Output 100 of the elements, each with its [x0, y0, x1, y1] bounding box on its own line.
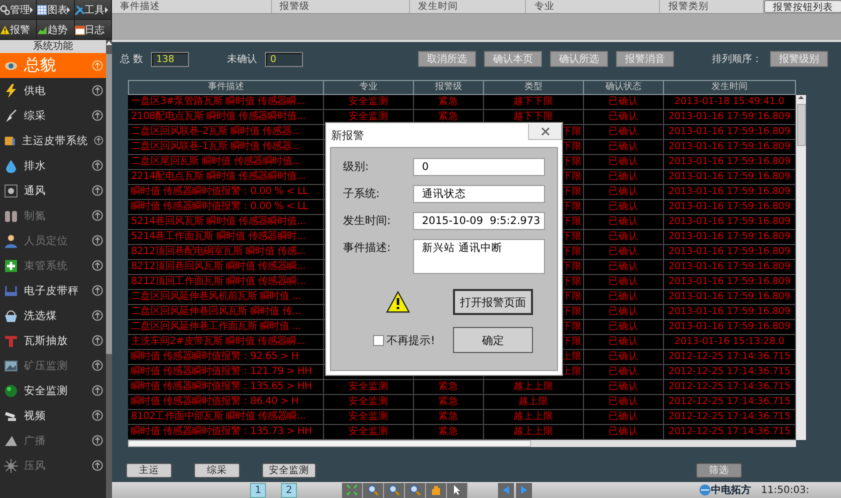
arrow-circle-icon[interactable] [92, 335, 103, 346]
table-cell: 已确认 [584, 380, 664, 395]
fit-icon[interactable] [342, 482, 363, 498]
dialog-title: 新报警 [331, 128, 364, 142]
sidebar-item[interactable]: 安全监测 [0, 378, 106, 403]
text-area[interactable]: 新兴站 通讯中断 [413, 239, 545, 274]
input-field[interactable]: 0 [413, 158, 545, 176]
zoom-in-icon[interactable] [363, 482, 384, 498]
arrow-circle-icon[interactable] [92, 285, 103, 296]
toolbar-button[interactable]: 管理 [0, 0, 38, 20]
page-button[interactable]: 1 [250, 482, 266, 498]
table-cell: 瞬时值 传感器瞬时值报警：86.40 > H [128, 395, 324, 410]
previous-icon[interactable] [498, 482, 514, 498]
arrow-circle-icon[interactable] [92, 385, 103, 396]
table-cell: 8212顶回工作面瓦斯 瞬时值 传感器瞬... [128, 275, 324, 290]
table-cell: 2013-01-16 17:59:16.809 [664, 245, 796, 260]
warning-icon [0, 24, 10, 34]
sidebar-item[interactable]: 视频 [0, 403, 106, 428]
gear-icon [0, 4, 10, 14]
table-cell: 2013-01-16 17:59:16.809 [664, 290, 796, 305]
sidebar-item[interactable]: 综采 [0, 103, 106, 128]
table-cell: 5214巷工作面瓦斯 瞬时值 传感器瞬时... [128, 230, 324, 245]
module-button[interactable]: 主运 [126, 462, 172, 478]
module-button[interactable]: 安全监测 [262, 462, 316, 478]
scrollbar-thumb[interactable] [106, 54, 112, 354]
arrow-circle-icon[interactable] [92, 410, 103, 421]
sidebar-item[interactable]: 主运皮带系统 [0, 128, 106, 153]
sidebar-item[interactable]: 洗选煤 [0, 303, 106, 328]
arrow-circle-icon[interactable] [94, 135, 103, 146]
table-cell: 2013-01-16 17:59:16.809 [664, 275, 796, 290]
input-field[interactable]: 通讯状态 [413, 185, 545, 203]
zoom-region-icon[interactable] [405, 482, 426, 498]
pointer-icon[interactable] [447, 482, 468, 498]
table-cell: 8212顶回巷回风瓦斯 瞬时值 传感器瞬... [128, 260, 324, 275]
table-cell: 2013-01-16 17:59:16.809 [664, 305, 796, 320]
next-icon[interactable] [516, 482, 532, 498]
table-cell: 紧急 [414, 410, 484, 425]
sidebar-item[interactable]: 供电 [0, 78, 106, 103]
table-cell: 二盘区回风延伸巷风机前瓦斯 瞬时值 ... [128, 290, 324, 305]
checkbox-label: 不再提示! [386, 332, 435, 348]
table-cell: 安全监测 [324, 95, 414, 110]
table-cell: 已确认 [584, 110, 664, 125]
sidebar-item[interactable]: 瓦斯抽放 [0, 328, 106, 353]
arrow-circle-icon[interactable] [92, 85, 103, 96]
close-button[interactable] [528, 124, 562, 140]
arrow-circle-icon[interactable] [92, 185, 103, 196]
table-cell: 已确认 [584, 95, 664, 110]
input-field[interactable]: 2015-10-09 9:5:2.973 [413, 212, 545, 230]
toolbar-button[interactable]: 图表 [37, 0, 75, 20]
column-header: 事件描述 [112, 0, 272, 13]
valve-icon [4, 334, 18, 348]
zoom-out-icon[interactable] [384, 482, 405, 498]
scrollbar[interactable] [106, 40, 112, 498]
sidebar-item[interactable]: 电子皮带秤 [0, 278, 106, 303]
open-alarm-page-button[interactable]: 打开报警页面 [453, 289, 533, 315]
scrollbar[interactable] [128, 440, 796, 447]
table-cell: 已确认 [584, 260, 664, 275]
scrollbar-thumb[interactable] [796, 104, 806, 146]
table-cell: 安全监测 [324, 410, 414, 425]
toolbar-button[interactable]: 趋势 [37, 20, 75, 40]
table-cell: 已确认 [584, 320, 664, 335]
globe-icon [4, 384, 18, 398]
table-cell: 越上上限 [484, 410, 584, 425]
table-cell: 已确认 [584, 215, 664, 230]
arrow-circle-icon[interactable] [92, 110, 103, 121]
page-button[interactable]: 2 [281, 482, 297, 498]
table-cell: 二盘区尾回瓦斯 瞬时值 传感器瞬时值... [128, 155, 324, 170]
ok-button[interactable]: 确定 [453, 327, 533, 353]
column-header: 确认状态 [584, 80, 664, 95]
table-cell: 已确认 [584, 365, 664, 380]
clock: 11:50:03: [761, 484, 810, 496]
arrow-circle-icon[interactable] [92, 160, 103, 171]
table-cell: 2012-12-25 17:14:36.715 [664, 395, 796, 410]
table-cell: 5214巷回风瓦斯 瞬时值 传感器瞬时值... [128, 215, 324, 230]
table-cell: 越上限 [484, 395, 584, 410]
checkbox[interactable] [372, 334, 384, 346]
scrollbar[interactable] [796, 95, 806, 440]
table-cell: 2012-12-25 17:14:36.715 [664, 380, 796, 395]
sidebar-title: 系统功能 [0, 40, 106, 53]
arrow-circle-icon[interactable] [92, 310, 103, 321]
table-cell: 2013-01-16 15:13:28.0 [664, 335, 796, 350]
table-cell: 瞬时值 传感器瞬时值报警：135.65 > HH [128, 380, 324, 395]
sun-icon [4, 458, 18, 472]
table-cell: 越上上限 [484, 380, 584, 395]
table-cell: 2013-01-16 17:59:16.809 [664, 185, 796, 200]
up-arrow-icon[interactable] [106, 40, 112, 46]
table-cell: 2013-01-16 17:59:16.809 [664, 230, 796, 245]
column-header: 事件描述 [128, 80, 324, 95]
warning-icon [386, 291, 410, 313]
scrollbar-thumb[interactable] [128, 440, 531, 447]
toolbar-button[interactable]: 报警 [0, 20, 38, 40]
toolbar-button[interactable]: 工具 [74, 0, 112, 20]
table-cell: 2013-01-16 17:59:16.809 [664, 110, 796, 125]
total-label: 总 数 [120, 52, 144, 66]
list-button[interactable]: 报警按钮列表 [764, 0, 841, 13]
up-arrow-icon[interactable] [798, 95, 804, 100]
module-button[interactable]: 综采 [194, 462, 240, 478]
sidebar-item[interactable]: 排水 [0, 153, 106, 178]
sidebar-item[interactable]: 通风 [0, 178, 106, 203]
toolbar-button[interactable]: 日志 [74, 20, 112, 40]
